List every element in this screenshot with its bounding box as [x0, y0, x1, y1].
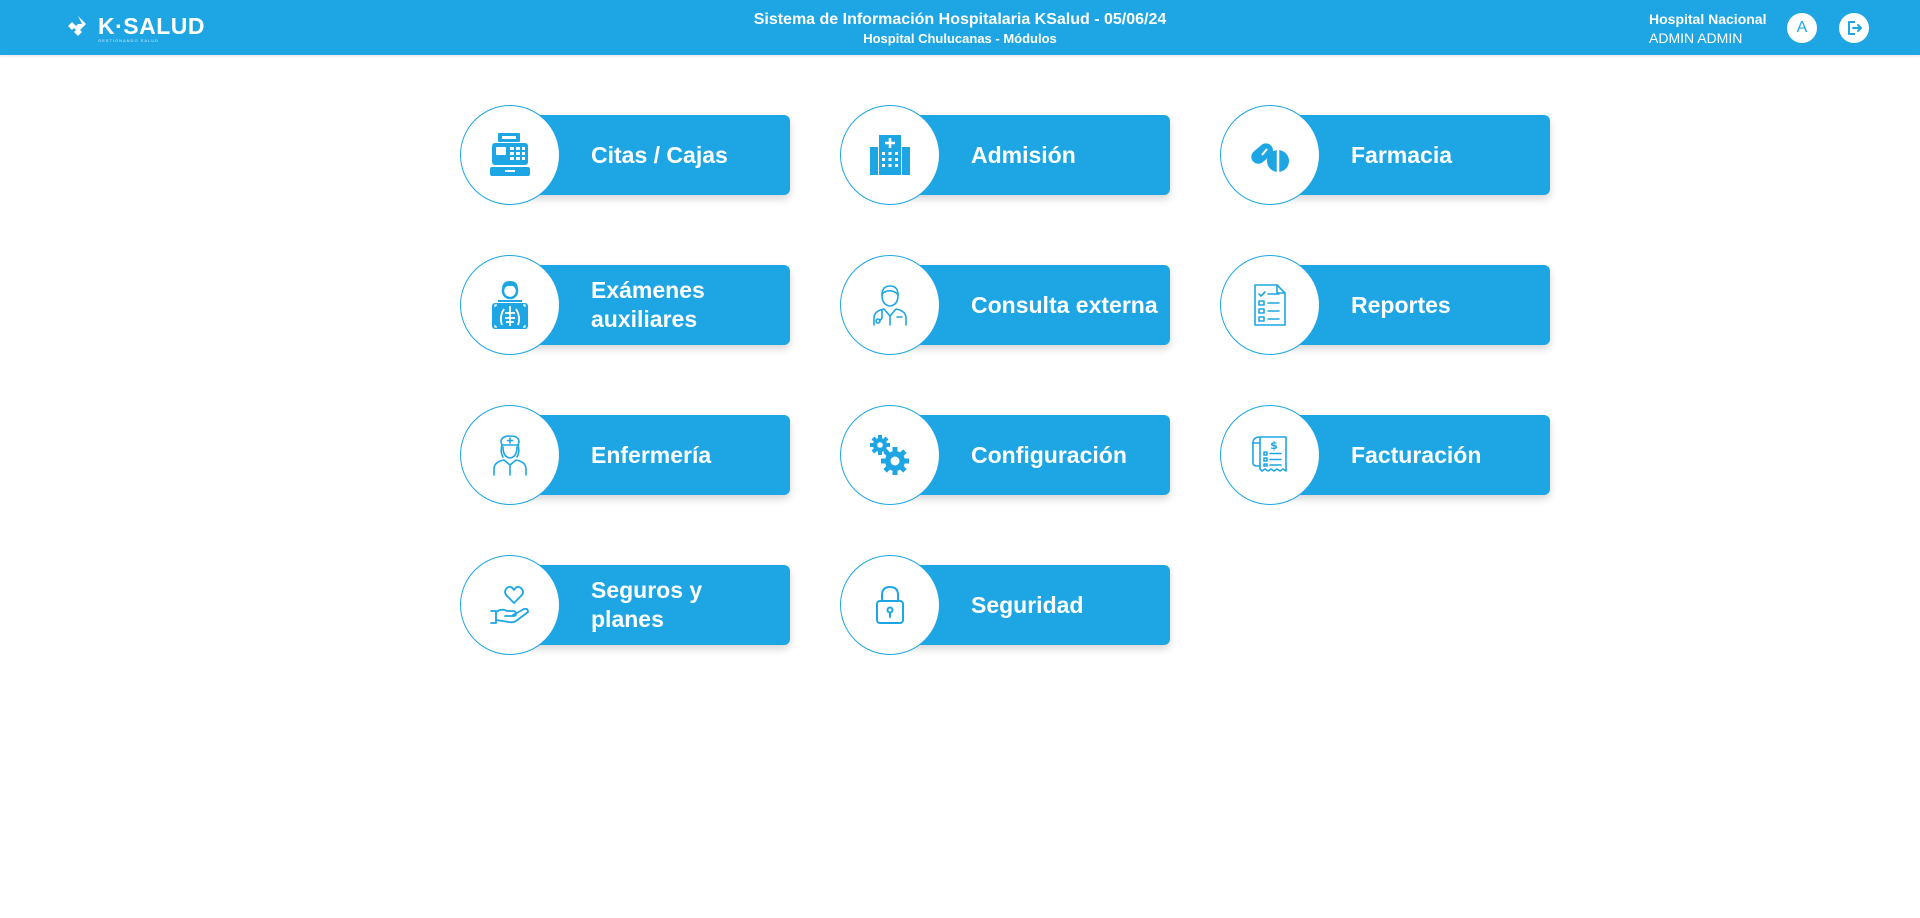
- module-icon-circle: [1220, 255, 1320, 355]
- svg-text:$: $: [1270, 439, 1278, 452]
- module-icon-circle: [460, 405, 560, 505]
- module-enfermeria[interactable]: Enfermería: [460, 405, 790, 505]
- module-label: Admisión: [971, 141, 1076, 168]
- module-label: Citas / Cajas: [591, 141, 728, 168]
- pills-icon: [1251, 143, 1289, 172]
- module-label: Enfermería: [591, 441, 712, 468]
- module-farmacia[interactable]: Farmacia: [1220, 105, 1550, 205]
- hospital-building-icon: [870, 135, 910, 175]
- module-label: Exámenes auxiliares: [591, 277, 705, 332]
- module-label: Reportes: [1351, 291, 1451, 318]
- page-subtitle: Hospital Chulucanas - Módulos: [863, 31, 1057, 46]
- logout-icon: [1848, 21, 1862, 35]
- module-label: Seguros y planes: [591, 577, 703, 632]
- heart-hand-icon: [490, 585, 529, 624]
- module-reportes[interactable]: Reportes: [1220, 255, 1550, 355]
- header-title-block: Sistema de Información Hospitalaria KSal…: [0, 10, 1920, 48]
- hospital-name: Hospital Nacional: [1649, 11, 1767, 27]
- module-label: Configuración: [971, 441, 1127, 468]
- user-info: Hospital Nacional ADMIN ADMIN: [1649, 10, 1766, 48]
- module-facturacion[interactable]: $ Facturación: [1220, 405, 1550, 505]
- cash-register-icon: [490, 133, 530, 176]
- module-icon-circle: [840, 555, 940, 655]
- module-label: Farmacia: [1351, 141, 1453, 168]
- module-icon-circle: $: [1220, 405, 1320, 505]
- module-label: Facturación: [1351, 441, 1482, 468]
- module-icon-circle: [840, 105, 940, 205]
- module-seguros-planes[interactable]: Seguros y planes: [460, 555, 790, 655]
- module-consulta-externa[interactable]: Consulta externa: [840, 255, 1170, 355]
- report-checklist-icon: [1254, 284, 1286, 326]
- invoice-icon: $: [1252, 436, 1287, 472]
- user-name: ADMIN ADMIN: [1649, 30, 1743, 46]
- padlock-icon: [876, 586, 904, 624]
- module-icon-circle: [460, 555, 560, 655]
- module-icon-circle: [1220, 105, 1320, 205]
- module-icon-circle: [460, 255, 560, 355]
- module-admision[interactable]: Admisión: [840, 105, 1170, 205]
- nurse-icon: [493, 435, 527, 476]
- module-configuracion[interactable]: Configuración: [840, 405, 1170, 505]
- avatar[interactable]: A: [1787, 13, 1817, 43]
- page-title: Sistema de Información Hospitalaria KSal…: [753, 11, 1167, 28]
- top-bar: K·SALUD GESTIONANDO SALUD Sistema de Inf…: [0, 0, 1920, 55]
- module-icon-circle: [460, 105, 560, 205]
- module-seguridad[interactable]: Seguridad: [840, 555, 1170, 655]
- module-icon-circle: [840, 405, 940, 505]
- module-label: Seguridad: [971, 591, 1084, 618]
- gears-icon: [870, 435, 909, 475]
- module-citas-cajas[interactable]: Citas / Cajas: [460, 105, 790, 205]
- doctor-icon: [873, 285, 907, 326]
- logout-button[interactable]: [1839, 13, 1869, 43]
- module-icon-circle: [840, 255, 940, 355]
- xray-icon: [492, 281, 528, 329]
- module-examenes-auxiliares[interactable]: Exámenes auxiliares: [460, 255, 790, 355]
- module-label: Consulta externa: [971, 291, 1158, 318]
